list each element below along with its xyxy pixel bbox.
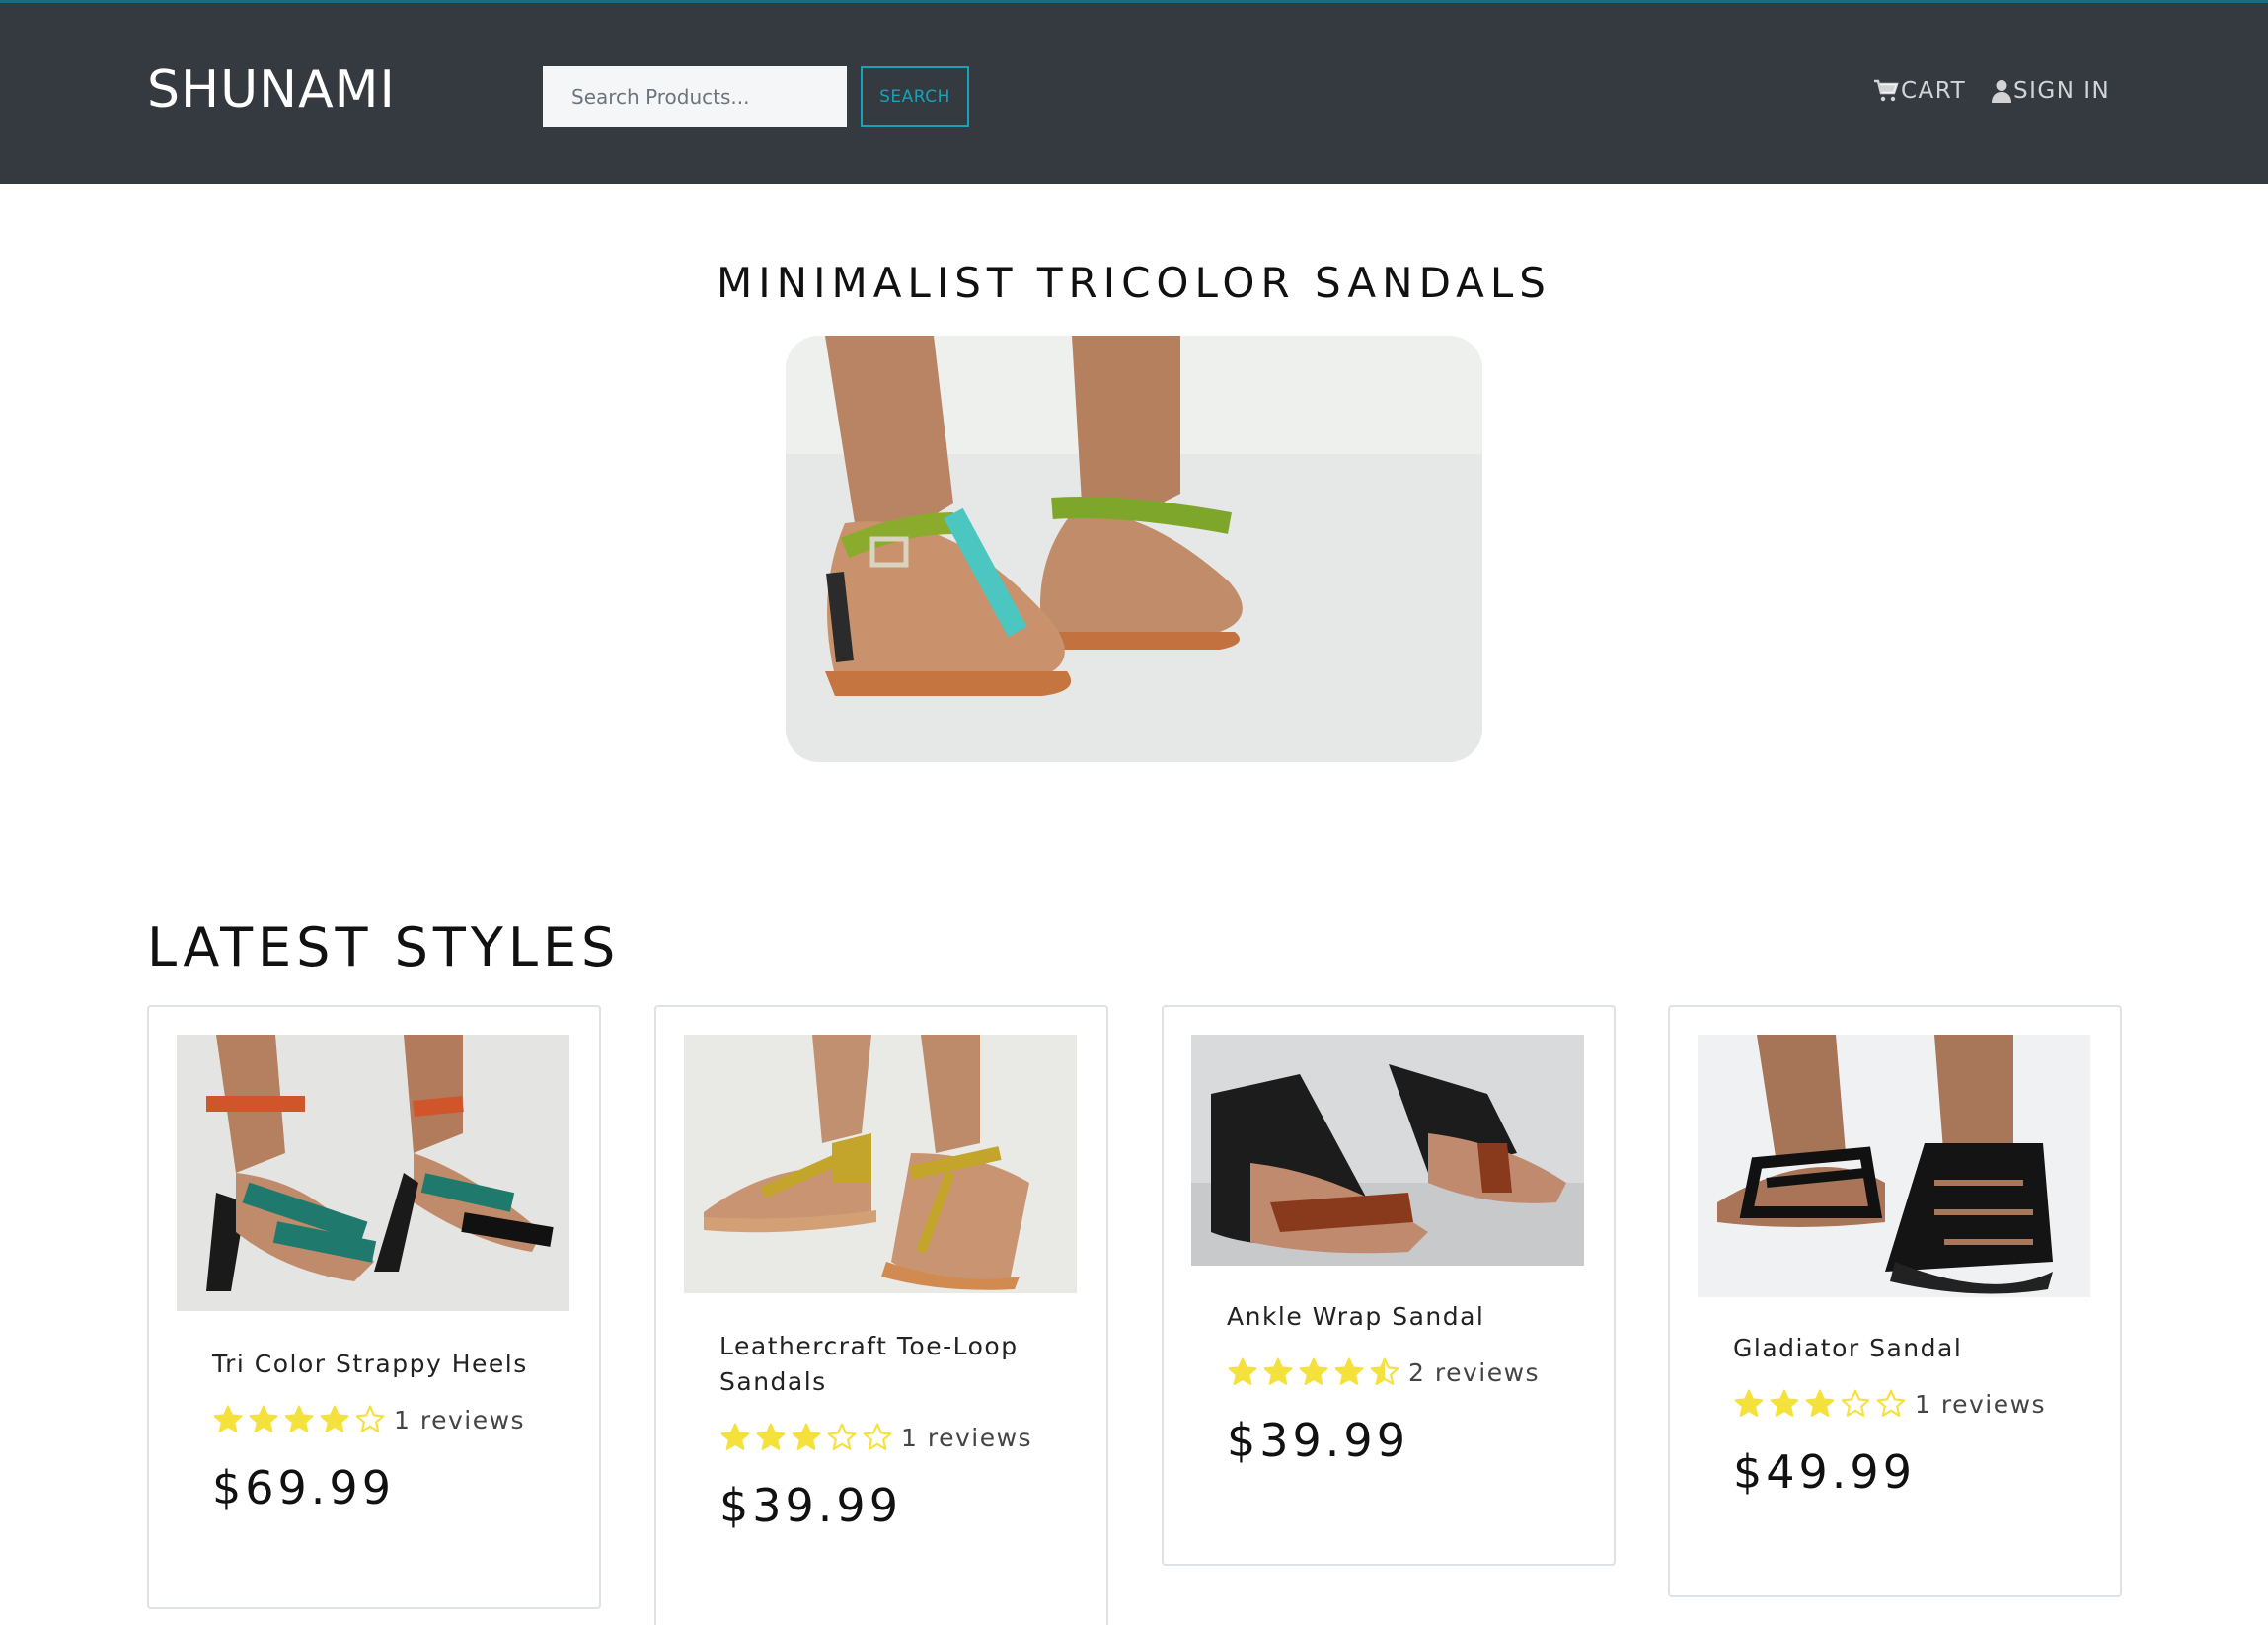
navbar: SHUNAMI SEARCH CART SIGN IN: [0, 0, 2268, 184]
star-empty-icon: [1841, 1389, 1870, 1417]
review-count: 2 reviews: [1408, 1357, 1541, 1387]
star-full-icon: [213, 1405, 243, 1432]
brand-logo[interactable]: SHUNAMI: [147, 60, 396, 119]
user-icon: [1992, 80, 2011, 103]
search-button[interactable]: SEARCH: [861, 66, 969, 127]
product-name[interactable]: Gladiator Sandal: [1733, 1331, 2069, 1366]
sign-in-link[interactable]: SIGN IN: [1992, 78, 2110, 104]
star-empty-icon: [1876, 1389, 1906, 1417]
review-count: 1 reviews: [394, 1405, 526, 1434]
cart-link[interactable]: CART: [1873, 78, 1966, 104]
product-price: $39.99: [719, 1479, 902, 1532]
product-card[interactable]: Gladiator Sandal 1 reviews $49.99: [1668, 1005, 2122, 1597]
latest-styles-heading: LATEST STYLES: [147, 916, 621, 978]
cart-label: CART: [1901, 78, 1967, 104]
star-full-icon: [1299, 1357, 1328, 1385]
hero-product-image[interactable]: [786, 336, 1482, 762]
product-rating: 2 reviews: [1227, 1356, 1540, 1388]
star-full-icon: [1334, 1357, 1364, 1385]
star-full-icon: [1228, 1357, 1257, 1385]
product-rating: 1 reviews: [719, 1422, 1032, 1453]
product-rating: 1 reviews: [1733, 1388, 2046, 1420]
star-empty-icon: [827, 1423, 857, 1450]
product-image[interactable]: [684, 1035, 1077, 1293]
product-card[interactable]: Tri Color Strappy Heels 1 reviews $69.99: [147, 1005, 601, 1609]
product-rating: 1 reviews: [212, 1404, 525, 1435]
product-price: $49.99: [1733, 1445, 1916, 1499]
product-name[interactable]: Tri Color Strappy Heels: [212, 1347, 548, 1382]
product-price: $69.99: [212, 1461, 395, 1514]
star-empty-icon: [863, 1423, 892, 1450]
product-card[interactable]: Leathercraft Toe-Loop Sandals 1 reviews …: [654, 1005, 1108, 1625]
product-name[interactable]: Ankle Wrap Sandal: [1227, 1299, 1562, 1335]
star-full-icon: [792, 1423, 821, 1450]
hero-title: MINIMALIST TRICOLOR SANDALS: [717, 259, 1551, 307]
product-name[interactable]: Leathercraft Toe-Loop Sandals: [719, 1329, 1055, 1400]
product-image[interactable]: [177, 1035, 569, 1311]
star-full-icon: [1770, 1389, 1799, 1417]
product-image[interactable]: [1698, 1035, 2090, 1297]
product-card[interactable]: Ankle Wrap Sandal 2 reviews $39.99: [1162, 1005, 1616, 1566]
star-full-icon: [284, 1405, 314, 1432]
star-full-icon: [249, 1405, 278, 1432]
product-price: $39.99: [1227, 1414, 1409, 1467]
star-full-icon: [320, 1405, 349, 1432]
review-count: 1 reviews: [1915, 1389, 2047, 1419]
star-half-icon: [1370, 1357, 1399, 1385]
star-full-icon: [1734, 1389, 1764, 1417]
product-image[interactable]: [1191, 1035, 1584, 1266]
star-full-icon: [1805, 1389, 1835, 1417]
star-full-icon: [1263, 1357, 1293, 1385]
star-empty-icon: [355, 1405, 385, 1432]
sign-in-label: SIGN IN: [2013, 78, 2111, 104]
star-full-icon: [756, 1423, 786, 1450]
review-count: 1 reviews: [901, 1423, 1033, 1452]
shopping-cart-icon: [1874, 79, 1899, 102]
search-input[interactable]: [543, 66, 847, 127]
star-full-icon: [720, 1423, 750, 1450]
